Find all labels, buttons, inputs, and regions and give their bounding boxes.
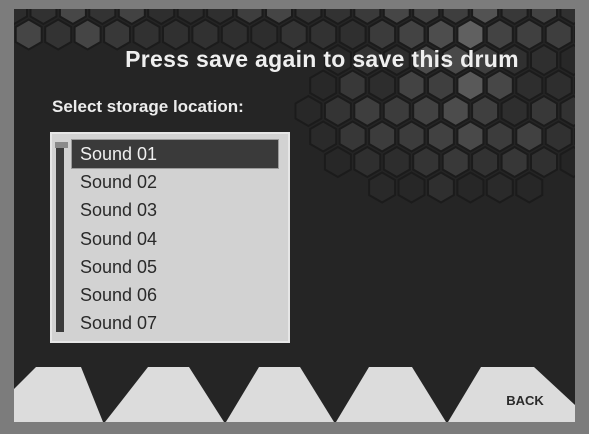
hexagon-tile bbox=[544, 120, 573, 153]
hexagon-tile bbox=[456, 18, 485, 51]
hexagon-tile bbox=[427, 18, 455, 51]
hexagon-tile bbox=[427, 69, 455, 102]
hexagon-tile bbox=[485, 120, 514, 153]
hexagon-tile bbox=[73, 18, 102, 51]
list-scrollbar[interactable] bbox=[55, 142, 68, 332]
list-item-sound-05[interactable]: Sound 05 bbox=[72, 253, 278, 281]
device-screen: Press save again to save this drum Selec… bbox=[0, 0, 589, 434]
hexagon-tile bbox=[559, 94, 575, 128]
hexagon-tile bbox=[530, 145, 558, 179]
hexagon-tile bbox=[382, 145, 411, 179]
hexagon-tile bbox=[412, 94, 441, 128]
hexagon-tile bbox=[397, 69, 426, 102]
hexagon-tile bbox=[397, 18, 426, 51]
list-item-sound-03[interactable]: Sound 03 bbox=[72, 196, 278, 224]
hexagon-tile bbox=[368, 171, 397, 204]
storage-prompt-label: Select storage location: bbox=[52, 97, 244, 116]
hexagon-tile bbox=[368, 69, 397, 102]
hexagon-tile bbox=[191, 18, 220, 51]
hexagon-tile bbox=[323, 145, 352, 179]
hexagon-tile bbox=[103, 18, 131, 51]
hexagon-tile bbox=[515, 171, 544, 204]
hexagon-tile bbox=[485, 18, 514, 51]
hexagon-tile bbox=[544, 69, 573, 102]
hexagon-tile bbox=[441, 145, 470, 179]
storage-items: Sound 01 Sound 02 Sound 03 Sound 04 Soun… bbox=[71, 138, 279, 337]
hexagon-tile bbox=[14, 18, 43, 51]
hexagon-tile bbox=[162, 18, 190, 51]
hexagon-tile bbox=[412, 145, 441, 179]
storage-location-list[interactable]: Sound 01 Sound 02 Sound 03 Sound 04 Soun… bbox=[50, 132, 290, 343]
hexagon-tile bbox=[515, 69, 544, 102]
page-title: Press save again to save this drum bbox=[125, 46, 519, 72]
hexagon-tile bbox=[338, 69, 367, 102]
scrollbar-top-cap bbox=[55, 142, 68, 148]
hexagon-tile bbox=[309, 69, 338, 102]
hexagon-tile bbox=[353, 145, 382, 179]
back-button-label: BACK bbox=[506, 393, 544, 408]
hexagon-tile bbox=[382, 94, 411, 128]
hexagon-tile bbox=[220, 18, 249, 51]
hexagon-tile bbox=[530, 94, 558, 128]
hexagon-tile bbox=[397, 120, 426, 153]
hexagon-tile bbox=[427, 171, 455, 204]
hexagon-tile bbox=[500, 94, 529, 128]
hexagon-tile bbox=[368, 120, 397, 153]
softkey-bar bbox=[14, 367, 575, 422]
hexagon-tile bbox=[368, 18, 397, 51]
hexagon-tile bbox=[485, 69, 514, 102]
hexagon-tile bbox=[456, 69, 485, 102]
list-item-sound-06[interactable]: Sound 06 bbox=[72, 281, 278, 309]
hexagon-tile bbox=[515, 18, 544, 51]
scrollbar-thumb[interactable] bbox=[56, 142, 64, 332]
hexagon-tile bbox=[309, 18, 338, 51]
hexagon-tile bbox=[559, 145, 575, 179]
hexagon-tile bbox=[44, 18, 73, 51]
hexagon-tile bbox=[309, 120, 338, 153]
list-item-sound-04[interactable]: Sound 04 bbox=[72, 225, 278, 253]
softkey-2[interactable] bbox=[105, 367, 224, 422]
hexagon-tile bbox=[471, 94, 500, 128]
hexagon-tile bbox=[456, 171, 485, 204]
hexagon-tile bbox=[456, 120, 485, 153]
hexagon-tile bbox=[353, 94, 382, 128]
softkey-1[interactable] bbox=[14, 367, 103, 422]
hexagon-tile bbox=[544, 18, 573, 51]
hexagon-tile bbox=[485, 171, 514, 204]
hexagon-tile bbox=[427, 120, 455, 153]
hexagon-tile bbox=[515, 120, 544, 153]
hexagon-tile bbox=[323, 94, 352, 128]
hexagon-tile bbox=[338, 18, 367, 51]
hexagon-tile bbox=[500, 145, 529, 179]
hexagon-tile bbox=[294, 94, 323, 128]
hexagon-tile bbox=[132, 18, 161, 51]
list-item-sound-02[interactable]: Sound 02 bbox=[72, 168, 278, 196]
hexagon-tile bbox=[250, 18, 279, 51]
hexagon-tile bbox=[471, 145, 500, 179]
hexagon-tile bbox=[338, 120, 367, 153]
list-item-sound-07[interactable]: Sound 07 bbox=[72, 309, 278, 337]
list-item-sound-01[interactable]: Sound 01 bbox=[71, 138, 279, 170]
hexagon-tile bbox=[279, 18, 308, 51]
softkey-3[interactable] bbox=[226, 367, 334, 422]
hexagon-tile bbox=[397, 171, 426, 204]
hexagon-tile bbox=[441, 94, 470, 128]
softkey-4[interactable] bbox=[336, 367, 446, 422]
